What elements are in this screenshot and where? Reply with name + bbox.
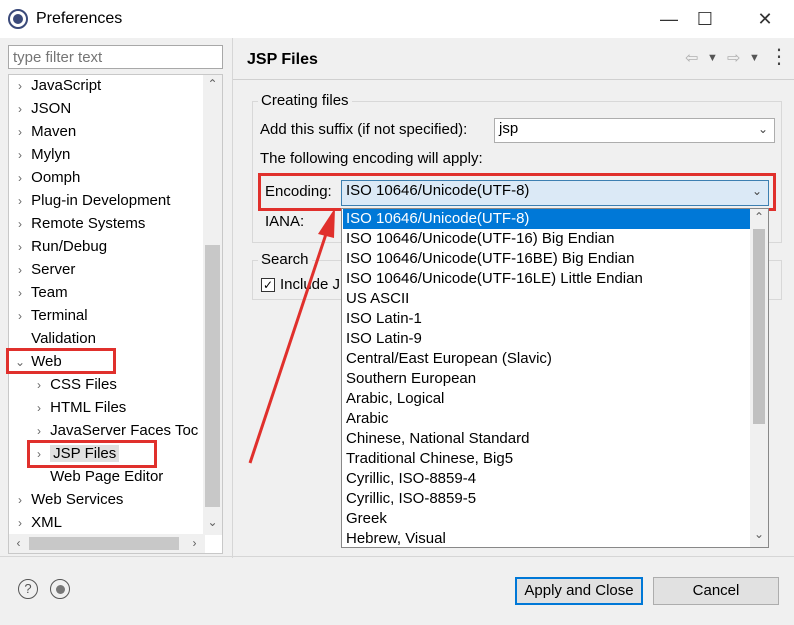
tree-item-server[interactable]: › Server [13, 259, 75, 281]
encoding-option[interactable]: ISO Latin-9 [343, 329, 751, 349]
encoding-option[interactable]: Central/East European (Slavic) [343, 349, 751, 369]
highlight-jsp-files [27, 440, 157, 468]
help-icon[interactable]: ? [18, 579, 38, 599]
search-label: Search [258, 251, 312, 268]
suffix-value: jsp [499, 120, 519, 137]
dropdown-scroll-thumb[interactable] [753, 229, 765, 424]
encoding-dropdown-list[interactable]: ISO 10646/Unicode(UTF-8) ISO 10646/Unico… [341, 208, 769, 548]
apply-and-close-button[interactable]: Apply and Close [515, 577, 643, 605]
tree-item-run-debug[interactable]: › Run/Debug [13, 236, 107, 258]
tree-hscroll-thumb[interactable] [29, 537, 179, 550]
tree-item-team[interactable]: › Team [13, 282, 68, 304]
back-menu-icon[interactable]: ▼ [707, 52, 718, 64]
eclipse-app-icon [8, 9, 28, 29]
chevron-right-icon[interactable]: › [13, 213, 27, 235]
forward-arrow-icon[interactable]: ⇨ [727, 48, 740, 68]
chevron-right-icon[interactable]: › [13, 236, 27, 258]
encoding-option[interactable]: US ASCII [343, 289, 751, 309]
include-label: Include J [280, 276, 341, 293]
chevron-right-icon[interactable]: › [32, 420, 46, 442]
suffix-label: Add this suffix (if not specified): [260, 121, 468, 138]
encoding-option[interactable]: Traditional Chinese, Big5 [343, 449, 751, 469]
tree-item-oomph[interactable]: › Oomph [13, 167, 80, 189]
tree-item-plugin-development[interactable]: › Plug-in Development [13, 190, 170, 212]
include-checkbox[interactable]: ✓ [261, 278, 275, 292]
sash-divider[interactable] [232, 38, 233, 558]
tree-item-html-files[interactable]: › HTML Files [32, 397, 126, 419]
tree-item-web-services[interactable]: › Web Services [13, 489, 123, 511]
scroll-right-icon[interactable]: › [185, 536, 204, 550]
tree-item-terminal[interactable]: › Terminal [13, 305, 88, 327]
encoding-option[interactable]: Hebrew, Visual [343, 529, 751, 547]
tree-item-validation[interactable]: Validation [13, 328, 96, 350]
page-header: JSP Files ⇦ ▼ ⇨ ▼ ⋮ [233, 38, 794, 80]
preferences-tree: › JavaScript › JSON › Maven › Mylyn › Oo… [8, 74, 223, 554]
scroll-down-icon[interactable]: ⌄ [203, 515, 222, 529]
chevron-right-icon[interactable]: › [13, 489, 27, 511]
chevron-right-icon[interactable]: › [13, 305, 27, 327]
tree-vertical-scrollbar[interactable]: ⌃ ⌄ [203, 75, 222, 535]
tree-horizontal-scrollbar[interactable]: ‹ › [9, 534, 205, 553]
tree-item-mylyn[interactable]: › Mylyn [13, 144, 70, 166]
dropdown-scrollbar[interactable]: ⌃ ⌄ [750, 209, 768, 547]
chevron-down-icon: ⌄ [757, 122, 768, 136]
encoding-option[interactable]: Chinese, National Standard [343, 429, 751, 449]
tree-item-json[interactable]: › JSON [13, 98, 71, 120]
tree-item-javascript[interactable]: › JavaScript [13, 75, 101, 97]
chevron-right-icon[interactable]: › [13, 190, 27, 212]
window-title: Preferences [36, 10, 123, 27]
encoding-option[interactable]: Greek [343, 509, 751, 529]
highlight-encoding [258, 173, 776, 211]
tree-item-web-page-editor[interactable]: Web Page Editor [32, 466, 163, 488]
view-menu-icon[interactable]: ⋮ [769, 44, 789, 69]
tree-item-remote-systems[interactable]: › Remote Systems [13, 213, 145, 235]
maximize-button[interactable]: ☐ [680, 0, 730, 38]
chevron-right-icon[interactable]: › [32, 397, 46, 419]
encoding-option[interactable]: Cyrillic, ISO-8859-5 [343, 489, 751, 509]
scroll-down-icon[interactable]: ⌄ [750, 527, 768, 541]
tree-item-javaserver-faces[interactable]: › JavaServer Faces Toc [32, 420, 198, 442]
footer-separator [0, 556, 794, 557]
scroll-up-icon[interactable]: ⌃ [203, 77, 222, 91]
chevron-right-icon[interactable]: › [13, 259, 27, 281]
chevron-right-icon[interactable]: › [32, 374, 46, 396]
highlight-web [6, 348, 116, 374]
chevron-right-icon[interactable]: › [13, 98, 27, 120]
chevron-right-icon[interactable]: › [13, 167, 27, 189]
encoding-option[interactable]: ISO 10646/Unicode(UTF-16) Big Endian [343, 229, 751, 249]
suffix-combo[interactable]: jsp ⌄ [494, 118, 775, 143]
tree-item-xml[interactable]: › XML [13, 512, 62, 534]
tree-item-css-files[interactable]: › CSS Files [32, 374, 117, 396]
chevron-right-icon[interactable]: › [13, 121, 27, 143]
encoding-option[interactable]: Cyrillic, ISO-8859-4 [343, 469, 751, 489]
page-title: JSP Files [247, 51, 318, 68]
chevron-right-icon[interactable]: › [13, 512, 27, 534]
iana-label: IANA: [265, 213, 305, 230]
encoding-option[interactable]: ISO 10646/Unicode(UTF-16BE) Big Endian [343, 249, 751, 269]
back-arrow-icon[interactable]: ⇦ [685, 48, 698, 68]
encoding-option[interactable]: Arabic, Logical [343, 389, 751, 409]
chevron-right-icon[interactable]: › [13, 282, 27, 304]
forward-menu-icon[interactable]: ▼ [749, 52, 760, 64]
encoding-option[interactable]: Arabic [343, 409, 751, 429]
encoding-option[interactable]: Southern European [343, 369, 751, 389]
title-bar: Preferences — ☐ ✕ [0, 0, 794, 38]
filter-input[interactable] [8, 45, 223, 69]
tree-scroll-thumb[interactable] [205, 245, 220, 507]
cancel-button[interactable]: Cancel [653, 577, 779, 605]
record-icon[interactable] [50, 579, 70, 599]
chevron-right-icon[interactable]: › [13, 75, 27, 97]
encoding-option[interactable]: ISO 10646/Unicode(UTF-16LE) Little Endia… [343, 269, 751, 289]
encoding-note: The following encoding will apply: [260, 150, 483, 167]
close-button[interactable]: ✕ [740, 0, 790, 38]
encoding-option[interactable]: ISO Latin-1 [343, 309, 751, 329]
scroll-up-icon[interactable]: ⌃ [750, 210, 768, 224]
encoding-option[interactable]: ISO 10646/Unicode(UTF-8) [343, 209, 751, 229]
tree-item-maven[interactable]: › Maven [13, 121, 76, 143]
chevron-right-icon[interactable]: › [13, 144, 27, 166]
scroll-left-icon[interactable]: ‹ [9, 536, 28, 550]
creating-files-label: Creating files [258, 92, 352, 109]
